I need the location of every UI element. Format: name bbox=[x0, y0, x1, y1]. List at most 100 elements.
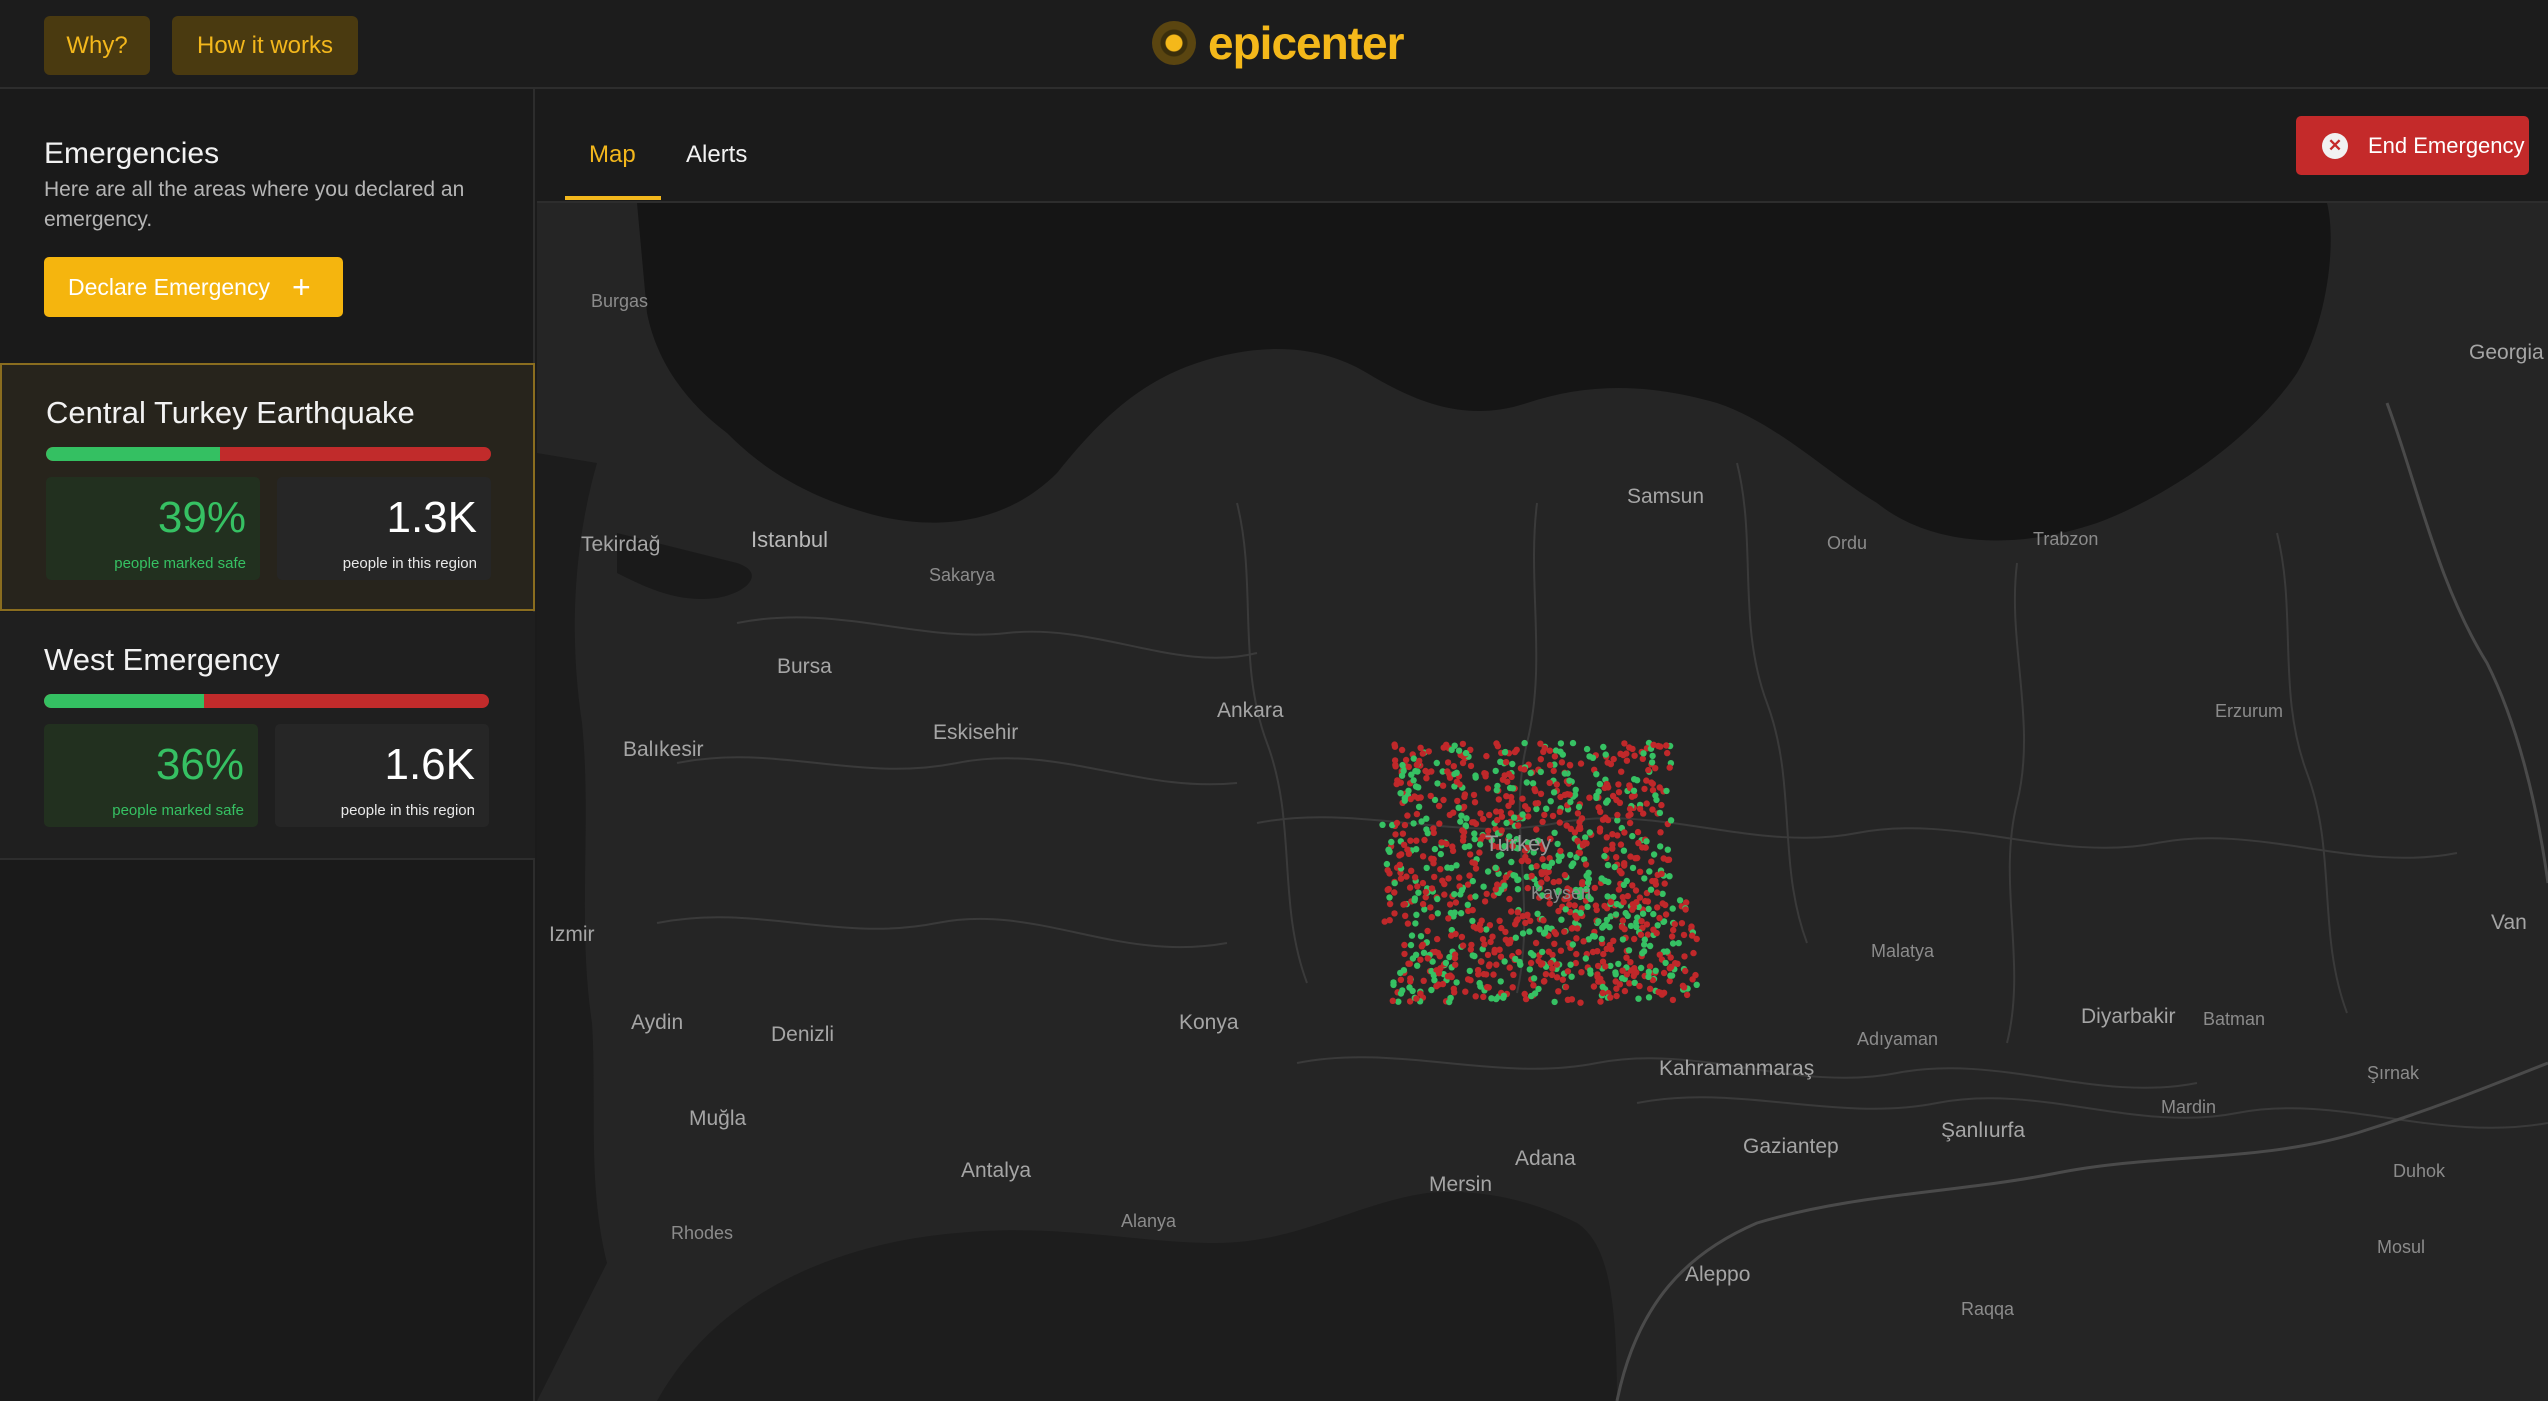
status-dot bbox=[1418, 818, 1425, 825]
population-stat: 1.6K people in this region bbox=[275, 724, 489, 827]
tab-alerts[interactable]: Alerts bbox=[686, 141, 747, 169]
status-dot bbox=[1393, 819, 1401, 827]
status-dot bbox=[1460, 803, 1468, 810]
status-dot bbox=[1616, 867, 1623, 875]
status-dot bbox=[1506, 895, 1513, 903]
emergencies-sidebar: Emergencies Here are all the areas where… bbox=[0, 89, 535, 1401]
map-label-istanbul: Istanbul bbox=[751, 527, 829, 552]
status-dot bbox=[1616, 981, 1624, 988]
status-dot bbox=[1417, 794, 1424, 801]
logo[interactable]: epicenter bbox=[1152, 17, 1405, 69]
status-dot bbox=[1395, 998, 1402, 1005]
status-dot bbox=[1555, 857, 1562, 864]
map-label-gaziantep: Gaziantep bbox=[1743, 1135, 1839, 1158]
status-dot bbox=[1516, 958, 1523, 966]
status-dot bbox=[1637, 964, 1645, 972]
status-dot bbox=[1415, 889, 1422, 896]
status-dot bbox=[1618, 768, 1625, 775]
status-dot bbox=[1668, 933, 1676, 940]
status-dot bbox=[1509, 760, 1516, 768]
status-dot bbox=[1452, 899, 1460, 906]
status-dot bbox=[1462, 988, 1469, 995]
status-dot bbox=[1634, 828, 1642, 836]
tab-map[interactable]: Map bbox=[589, 141, 636, 169]
why-button[interactable]: Why? bbox=[44, 16, 150, 75]
how-it-works-button[interactable]: How it works bbox=[172, 16, 358, 75]
status-dot bbox=[1457, 818, 1464, 825]
map-label-sakarya: Sakarya bbox=[929, 565, 996, 585]
status-dot bbox=[1424, 927, 1431, 935]
status-dot bbox=[1660, 989, 1668, 996]
status-dot bbox=[1422, 888, 1430, 896]
status-dot bbox=[1408, 932, 1416, 939]
status-dot bbox=[1587, 970, 1594, 977]
status-dot bbox=[1664, 846, 1672, 853]
status-dot bbox=[1598, 935, 1605, 943]
status-dot bbox=[1459, 759, 1467, 767]
status-dot bbox=[1659, 890, 1666, 897]
status-dot bbox=[1419, 941, 1426, 948]
emergency-card-west[interactable]: West Emergency 36% people marked safe 1.… bbox=[0, 612, 535, 860]
declare-emergency-button[interactable]: Declare Emergency + bbox=[44, 257, 343, 317]
status-dot bbox=[1479, 815, 1487, 823]
status-dot bbox=[1401, 821, 1409, 829]
emergency-card-central-turkey[interactable]: Central Turkey Earthquake 39% people mar… bbox=[0, 363, 535, 611]
map-view[interactable]: Burgas Georgia Samsun Tekirdağ Istanbul … bbox=[537, 203, 2548, 1401]
status-dot bbox=[1656, 784, 1663, 791]
status-dot bbox=[1407, 941, 1415, 949]
status-dot bbox=[1486, 961, 1493, 968]
status-dot bbox=[1457, 910, 1465, 917]
status-dot bbox=[1551, 829, 1558, 836]
status-dot bbox=[1493, 961, 1500, 968]
status-dot bbox=[1526, 966, 1533, 973]
status-dot bbox=[1440, 796, 1447, 804]
status-dot bbox=[1397, 976, 1405, 983]
status-dot bbox=[1672, 960, 1679, 967]
status-dot bbox=[1543, 875, 1551, 882]
status-dot bbox=[1467, 946, 1474, 953]
status-dot bbox=[1620, 898, 1627, 906]
status-dot bbox=[1478, 917, 1485, 924]
status-dot bbox=[1569, 739, 1577, 747]
status-dot bbox=[1543, 805, 1550, 812]
status-dot bbox=[1473, 925, 1480, 932]
status-dot bbox=[1481, 898, 1489, 905]
status-dot bbox=[1390, 981, 1397, 989]
status-dot bbox=[1469, 877, 1476, 885]
status-dot bbox=[1386, 894, 1393, 901]
status-dot bbox=[1537, 768, 1544, 776]
status-dot bbox=[1484, 785, 1492, 792]
status-dot bbox=[1490, 971, 1497, 978]
status-dot bbox=[1628, 793, 1636, 800]
map-label-konya: Konya bbox=[1179, 1011, 1239, 1034]
status-dot bbox=[1402, 756, 1410, 764]
status-dot bbox=[1607, 994, 1614, 1001]
status-dot bbox=[1617, 841, 1625, 848]
status-dot bbox=[1437, 866, 1444, 873]
status-dot bbox=[1612, 971, 1619, 978]
status-dot bbox=[1432, 948, 1439, 956]
status-dot bbox=[1513, 746, 1520, 753]
status-dot bbox=[1450, 763, 1457, 770]
status-dot bbox=[1446, 998, 1453, 1006]
status-dot bbox=[1421, 836, 1428, 844]
status-dot bbox=[1404, 920, 1412, 927]
status-dot bbox=[1663, 787, 1670, 795]
status-dot bbox=[1641, 941, 1648, 948]
status-dot bbox=[1629, 832, 1636, 840]
status-dot bbox=[1412, 951, 1420, 958]
status-dot bbox=[1414, 962, 1421, 969]
status-dot bbox=[1660, 969, 1668, 977]
status-dot bbox=[1546, 747, 1554, 754]
status-dot bbox=[1508, 908, 1515, 915]
status-dot bbox=[1406, 984, 1413, 991]
status-dot bbox=[1526, 928, 1533, 935]
status-dot bbox=[1568, 862, 1575, 870]
end-emergency-button[interactable]: ✕ End Emergency bbox=[2296, 116, 2529, 175]
status-dot bbox=[1467, 762, 1475, 770]
map-label-tekirdag: Tekirdağ bbox=[581, 533, 661, 556]
status-dot bbox=[1573, 935, 1580, 942]
status-dot bbox=[1419, 853, 1427, 860]
status-dot bbox=[1509, 785, 1517, 792]
safety-progress-bar bbox=[46, 447, 491, 461]
